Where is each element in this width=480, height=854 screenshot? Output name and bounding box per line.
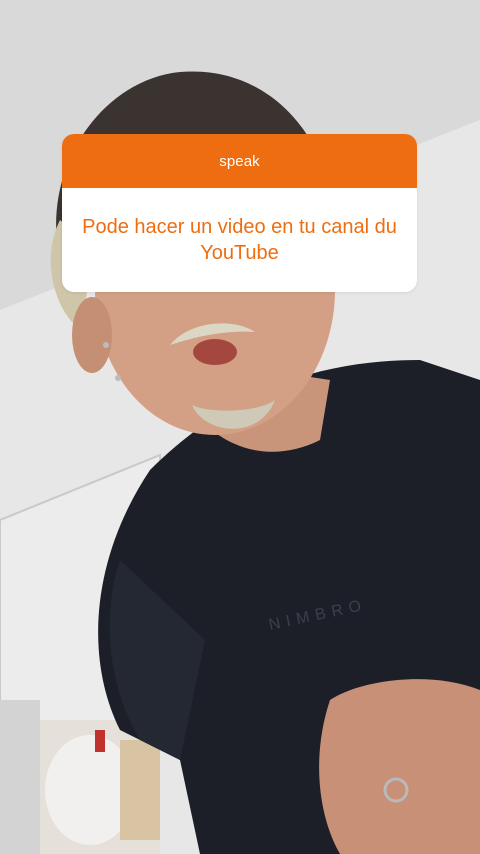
video-frame-illustration: NIMBRO <box>0 0 480 854</box>
question-sticker[interactable]: speak Pode hacer un video en tu canal du… <box>62 134 417 292</box>
question-text: Pode hacer un video en tu canal du YouTu… <box>82 216 397 264</box>
question-sticker-label: speak <box>219 152 260 170</box>
video-background: NIMBRO <box>0 0 480 854</box>
question-sticker-header: speak <box>62 134 417 188</box>
story-screen: NIMBRO speak Pode hacer un video en tu c… <box>0 0 480 854</box>
question-sticker-body: Pode hacer un video en tu canal du YouTu… <box>62 188 417 292</box>
